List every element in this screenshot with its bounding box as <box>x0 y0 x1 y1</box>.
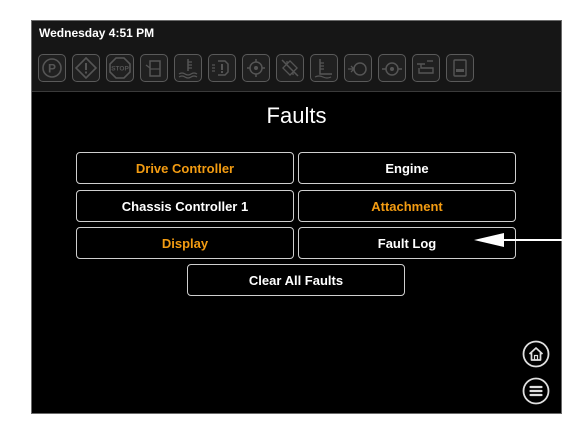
engine-icon <box>412 54 440 82</box>
parking-brake-icon: P <box>38 54 66 82</box>
svg-text:STOP: STOP <box>111 66 129 73</box>
clear-all-faults-button[interactable]: Clear All Faults <box>187 264 405 296</box>
chassis-controller-1-button[interactable]: Chassis Controller 1 <box>76 190 294 222</box>
transmission-icon <box>242 54 270 82</box>
display-button[interactable]: Display <box>76 227 294 259</box>
display-screen: Wednesday 4:51 PM P STOP Faults Drive Co… <box>31 20 562 414</box>
menu-icon[interactable] <box>522 377 550 405</box>
status-bar: Wednesday 4:51 PM P STOP <box>32 21 561 92</box>
oil-pressure-icon <box>378 54 406 82</box>
warning-icon <box>72 54 100 82</box>
callout-arrow <box>474 230 570 250</box>
attachment-button[interactable]: Attachment <box>298 190 516 222</box>
stop-icon: STOP <box>106 54 134 82</box>
oil-level-icon <box>310 54 338 82</box>
fuel-filter-icon <box>344 54 372 82</box>
drive-controller-button[interactable]: Drive Controller <box>76 152 294 184</box>
datetime: Wednesday 4:51 PM <box>39 26 155 40</box>
engine-button[interactable]: Engine <box>298 152 516 184</box>
def-icon <box>446 54 474 82</box>
page-title: Faults <box>266 103 327 128</box>
fuel-level-icon <box>140 54 168 82</box>
home-icon[interactable] <box>522 340 550 368</box>
coolant-temp-icon <box>174 54 202 82</box>
filter-icon <box>276 54 304 82</box>
hydraulic-icon <box>208 54 236 82</box>
svg-text:P: P <box>48 62 56 76</box>
